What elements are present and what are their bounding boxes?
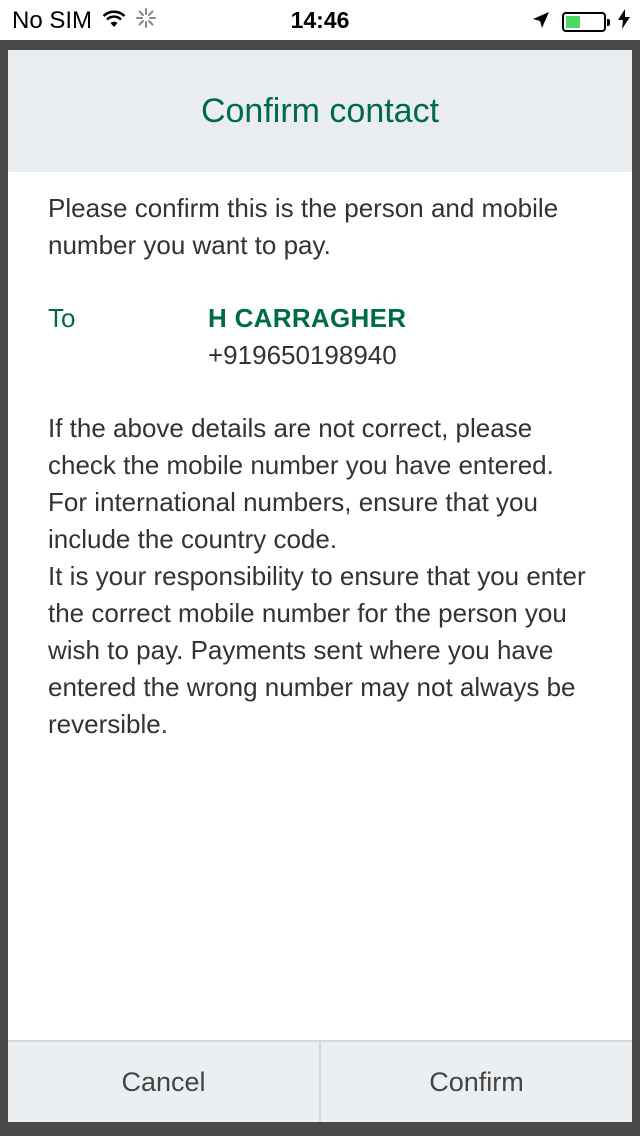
dialog-header: Confirm contact (8, 50, 632, 172)
status-bar: No SIM 14:46 (0, 0, 640, 40)
notice-paragraph-2: It is your responsibility to ensure that… (48, 561, 586, 739)
payee-details: H CARRAGHER +919650198940 (208, 300, 406, 374)
confirm-button[interactable]: Confirm (319, 1042, 632, 1122)
battery-tip (607, 19, 610, 26)
payee-row: To H CARRAGHER +919650198940 (48, 300, 592, 374)
payee-number: +919650198940 (208, 340, 397, 370)
dialog-body: Please confirm this is the person and mo… (8, 172, 632, 743)
payee-name: H CARRAGHER (208, 303, 407, 333)
battery-icon (562, 12, 610, 32)
to-label: To (48, 303, 76, 333)
confirm-contact-dialog: Confirm contact Please confirm this is t… (8, 50, 632, 1122)
status-right (532, 8, 630, 36)
cancel-button[interactable]: Cancel (8, 1042, 319, 1122)
dialog-footer: Cancel Confirm (8, 1040, 632, 1122)
intro-text: Please confirm this is the person and mo… (48, 193, 559, 260)
dialog-title: Confirm contact (200, 91, 440, 130)
notice-text: If the above details are not correct, pl… (48, 410, 592, 743)
battery-fill (566, 16, 581, 28)
notice-paragraph-1: If the above details are not correct, pl… (48, 413, 554, 554)
location-arrow-icon (532, 8, 550, 36)
charging-bolt-icon (618, 8, 630, 36)
